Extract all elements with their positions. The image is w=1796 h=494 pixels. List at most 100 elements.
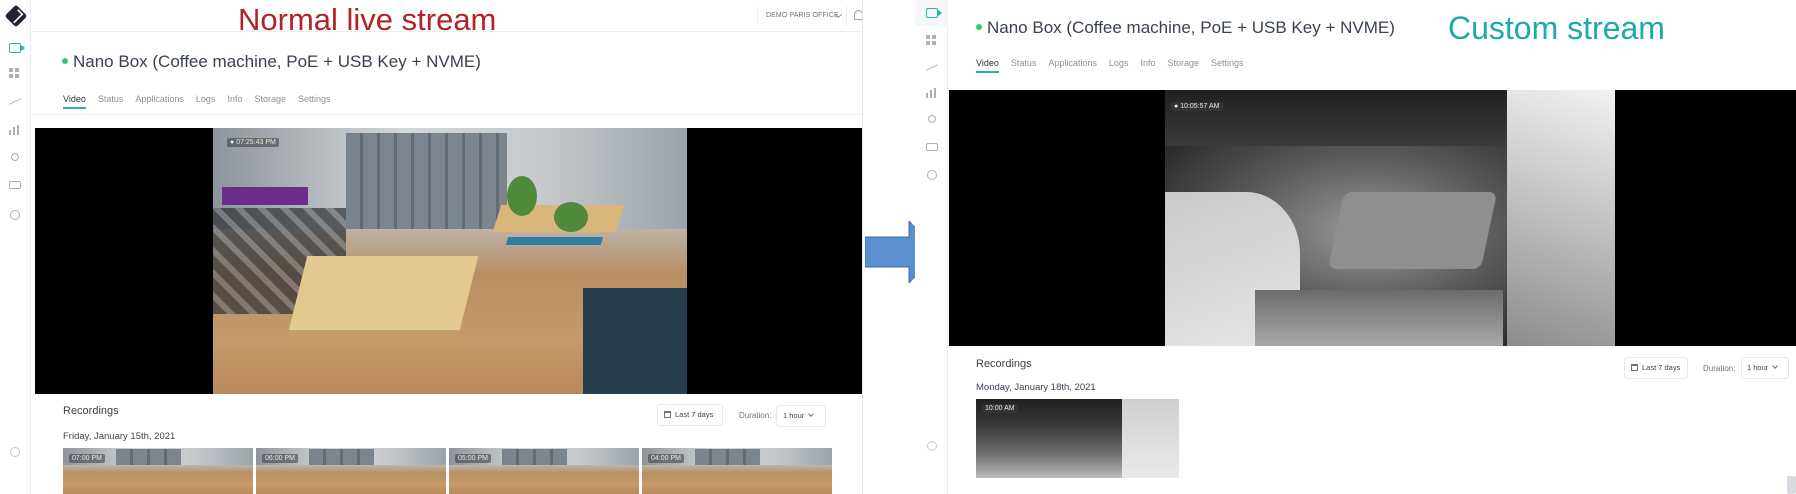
duration-select[interactable]: 1 hour (1741, 357, 1789, 379)
depth-near-region (1507, 90, 1615, 346)
recordings-heading: Recordings (976, 358, 1032, 370)
help-icon[interactable] (927, 441, 937, 451)
scene-glass-partition (116, 448, 181, 466)
depth-video-frame[interactable]: ● 10:05:57 AM (1165, 90, 1615, 346)
device-title: Nano Box (Coffee machine, PoE + USB Key … (976, 18, 1395, 38)
grid-icon[interactable] (9, 68, 21, 78)
scene-bench (505, 237, 603, 246)
device-name: Nano Box (Coffee machine, PoE + USB Key … (73, 52, 481, 71)
scene-glass-partition (695, 448, 760, 466)
depth-near-region (1122, 399, 1179, 478)
tab-video[interactable]: Video (63, 94, 86, 109)
trend-icon[interactable] (926, 59, 938, 71)
recording-thumbnail[interactable]: 05:00 PM (449, 448, 639, 494)
scene-cabinet (582, 287, 687, 394)
duration-select[interactable]: 1 hour (776, 405, 826, 427)
scene-glass-partition (345, 133, 507, 230)
tab-storage[interactable]: Storage (254, 94, 286, 109)
recording-thumbnail[interactable]: 07:00 PM (63, 448, 253, 494)
chat-icon[interactable] (9, 181, 21, 189)
thumbnail-time: 10:00 AM (982, 404, 1018, 413)
device-tabs: Video Status Applications Logs Info Stor… (63, 94, 331, 109)
duration-value: 1 hour (1747, 363, 1769, 372)
tab-status[interactable]: Status (1011, 58, 1037, 73)
device-tabs: Video Status Applications Logs Info Stor… (976, 58, 1244, 73)
bell-icon[interactable] (854, 10, 862, 20)
device-title: Nano Box (Coffee machine, PoE + USB Key … (62, 52, 481, 72)
divider (846, 6, 847, 26)
bar-chart-icon[interactable] (9, 125, 21, 135)
recording-thumbnail[interactable]: 06:00 PM (256, 448, 446, 494)
device-name: Nano Box (Coffee machine, PoE + USB Key … (987, 18, 1395, 37)
tab-info[interactable]: Info (1140, 58, 1155, 73)
tab-info[interactable]: Info (227, 94, 242, 109)
recordings-heading: Recordings (63, 405, 119, 417)
scene-table (289, 255, 479, 331)
scene-glass-partition (502, 448, 567, 466)
custom-stream-panel: Custom stream Nano Box (Coffee machine, … (915, 0, 1796, 494)
normal-stream-banner: Normal live stream (238, 2, 497, 37)
organization-select-label: DEMO PARIS OFFICE (766, 12, 839, 19)
custom-stream-banner: Custom stream (1448, 10, 1665, 46)
chat-icon[interactable] (926, 143, 938, 151)
duration-label: Duration: (739, 411, 772, 420)
help-icon[interactable] (10, 447, 20, 457)
chevron-down-icon (1772, 363, 1779, 369)
date-range-button[interactable]: Last 7 days (657, 404, 723, 426)
key-icon[interactable] (11, 153, 19, 161)
thumbnail-time: 07:00 PM (69, 454, 105, 463)
recording-thumbnail[interactable]: 10:00 AM (976, 399, 1179, 478)
live-timestamp-text: 07:25:43 PM (236, 139, 276, 146)
depth-floor (1255, 289, 1503, 346)
tab-video[interactable]: Video (976, 58, 999, 73)
video-icon[interactable] (926, 8, 942, 18)
depth-table (1327, 192, 1498, 270)
date-range-button[interactable]: Last 7 days (1624, 357, 1688, 379)
calendar-icon (664, 410, 671, 418)
tab-applications[interactable]: Applications (135, 94, 184, 109)
tabs-divider (32, 114, 862, 115)
duration-value: 1 hour (783, 411, 805, 420)
thumbnail-time: 06:00 PM (262, 454, 298, 463)
online-status-icon (976, 23, 982, 30)
recording-thumbnail[interactable]: 04:00 PM (642, 448, 832, 494)
scene-plant (506, 175, 537, 216)
tab-applications[interactable]: Applications (1048, 58, 1097, 73)
duration-label: Duration: (1703, 364, 1736, 373)
date-range-label: Last 7 days (1642, 363, 1681, 372)
trend-icon[interactable] (9, 93, 21, 105)
live-timestamp: ● 10:05:57 AM (1171, 102, 1223, 111)
tab-status[interactable]: Status (98, 94, 124, 109)
chevron-down-icon (808, 411, 815, 417)
logo-icon[interactable] (4, 4, 28, 28)
date-range-label: Last 7 days (675, 410, 714, 419)
recordings-date: Monday, January 18th, 2021 (976, 382, 1096, 393)
sidebar (0, 0, 31, 494)
comparison-canvas: DEMO PARIS OFFICE Normal live stream Nan… (0, 0, 1796, 494)
live-timestamp-text: 10:05:57 AM (1180, 103, 1220, 110)
grid-icon[interactable] (926, 35, 938, 45)
tab-settings[interactable]: Settings (298, 94, 331, 109)
thumbnail-time: 04:00 PM (648, 454, 684, 463)
organization-select[interactable]: DEMO PARIS OFFICE (757, 6, 845, 26)
tab-logs[interactable]: Logs (1109, 58, 1129, 73)
normal-stream-panel: DEMO PARIS OFFICE Normal live stream Nan… (0, 0, 863, 494)
scene-sign (222, 186, 308, 206)
bar-chart-icon[interactable] (926, 88, 938, 98)
thumbnail-time: 05:00 PM (455, 454, 491, 463)
recordings-date: Friday, January 15th, 2021 (63, 431, 176, 442)
scrollbar[interactable] (1787, 476, 1796, 494)
video-icon[interactable] (9, 43, 25, 53)
team-icon[interactable] (10, 210, 20, 220)
live-video-frame[interactable]: ● 07:25:43 PM (213, 128, 687, 394)
online-status-icon (62, 57, 68, 64)
tab-logs[interactable]: Logs (196, 94, 216, 109)
sidebar (915, 0, 948, 494)
calendar-icon (1631, 363, 1638, 371)
tab-settings[interactable]: Settings (1211, 58, 1244, 73)
live-timestamp: ● 07:25:43 PM (227, 138, 279, 147)
team-icon[interactable] (927, 170, 937, 180)
scene-glass-partition (309, 448, 374, 466)
tab-storage[interactable]: Storage (1167, 58, 1199, 73)
key-icon[interactable] (928, 115, 936, 123)
